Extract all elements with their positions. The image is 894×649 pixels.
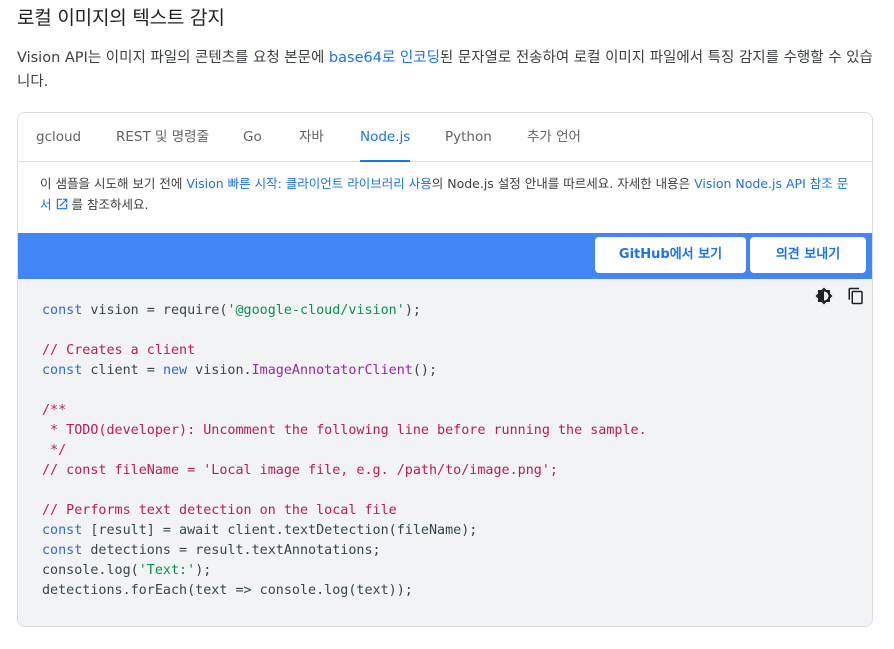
code-line-9: // const fileName = 'Local image file, e…: [42, 463, 558, 478]
code-line-14: console.log('Text:');: [42, 563, 212, 578]
code-block: const vision = require('@google-cloud/vi…: [18, 279, 872, 626]
code-listing: const vision = require('@google-cloud/vi…: [42, 301, 647, 601]
quickstart-link[interactable]: Vision 빠른 시작: 클라이언트 라이브러리 사용: [186, 176, 431, 191]
code-sample-panel: gcloud REST 및 명령줄 Go 자바 Node.js Python 추…: [17, 112, 873, 627]
code-action-bar: GitHub에서 보기 의견 보내기: [18, 233, 872, 279]
code-line-1: const vision = require('@google-cloud/vi…: [42, 303, 421, 318]
page-title: 로컬 이미지의 텍스트 감지: [17, 7, 225, 29]
dark-mode-toggle-icon[interactable]: [815, 287, 833, 305]
base64-link[interactable]: base64로 인코딩: [329, 50, 440, 66]
tab-rest[interactable]: REST 및 명령줄: [116, 113, 209, 161]
code-line-3: // Creates a client: [42, 343, 196, 358]
note-text-2: 의 Node.js 설정 안내를 따르세요. 자세한 내용은: [431, 176, 695, 191]
code-line-4: const client = new vision.ImageAnnotator…: [42, 363, 438, 378]
note-text-1: 이 샘플을 시도해 보기 전에: [40, 176, 187, 191]
tab-python[interactable]: Python: [445, 113, 492, 161]
language-tabs: gcloud REST 및 명령줄 Go 자바 Node.js Python 추…: [18, 113, 872, 162]
setup-note: 이 샘플을 시도해 보기 전에 Vision 빠른 시작: 클라이언트 라이브러…: [40, 173, 850, 215]
copy-icon[interactable]: [847, 287, 865, 305]
intro-text-start: Vision API는 이미지 파일의 콘텐츠를 요청 본문에: [17, 50, 329, 66]
tab-go[interactable]: Go: [243, 113, 262, 161]
code-line-6: /**: [42, 403, 67, 418]
tab-more-languages[interactable]: 추가 언어: [527, 113, 581, 161]
intro-paragraph: Vision API는 이미지 파일의 콘텐츠를 요청 본문에 base64로 …: [17, 46, 875, 94]
code-line-12: const [result] = await client.textDetect…: [42, 523, 478, 538]
note-text-3: 를 참조하세요.: [71, 197, 149, 212]
view-on-github-button[interactable]: GitHub에서 보기: [595, 237, 746, 273]
code-line-13: const detections = result.textAnnotation…: [42, 543, 381, 558]
code-line-8: */: [42, 443, 67, 458]
send-feedback-button[interactable]: 의견 보내기: [750, 237, 866, 273]
external-link-icon[interactable]: [55, 197, 69, 211]
code-line-15: detections.forEach(text => console.log(t…: [42, 583, 413, 598]
tab-nodejs[interactable]: Node.js: [360, 113, 411, 162]
code-line-7: * TODO(developer): Uncomment the followi…: [42, 423, 647, 438]
tab-gcloud[interactable]: gcloud: [36, 113, 81, 161]
code-line-11: // Performs text detection on the local …: [42, 503, 397, 518]
tab-java[interactable]: 자바: [299, 113, 324, 161]
